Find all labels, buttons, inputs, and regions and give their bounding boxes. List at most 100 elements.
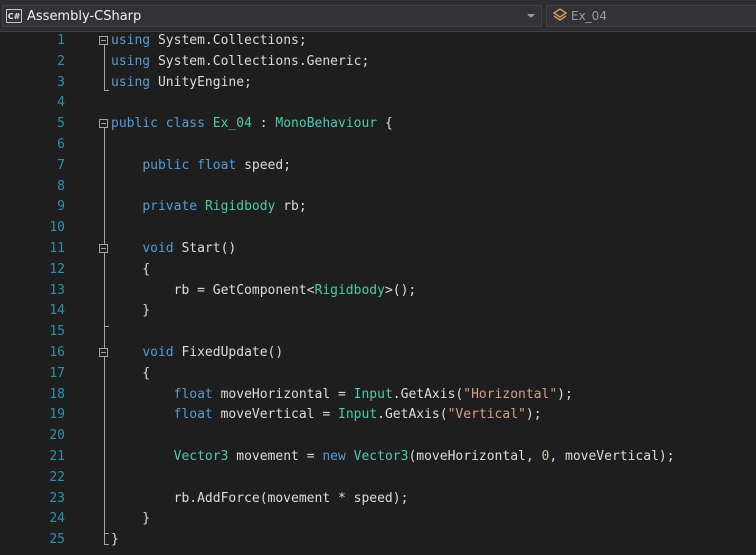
code-line[interactable]: 22	[0, 468, 756, 489]
code-token: Rigidbody	[314, 282, 385, 298]
code-token: {	[111, 261, 151, 277]
type-dropdown-label: Ex_04	[571, 9, 607, 23]
line-number: 25	[49, 532, 65, 548]
navigation-bar: C# Assembly-CSharp Ex_04	[0, 0, 756, 32]
code-token: }	[111, 303, 151, 319]
line-number: 16	[49, 345, 65, 360]
project-dropdown-label: Assembly-CSharp	[27, 8, 142, 24]
code-token: public	[111, 116, 158, 132]
line-number: 5	[57, 116, 65, 132]
code-token: >();	[384, 282, 417, 298]
code-token: using	[111, 33, 151, 48]
code-text: private Rigidbody rb;	[111, 197, 307, 218]
code-token: moveVertical =	[212, 407, 338, 423]
class-icon	[551, 8, 569, 24]
code-line[interactable]: 1 using System.Collections;	[0, 31, 756, 52]
line-number: 19	[49, 407, 65, 423]
line-number: 8	[57, 178, 65, 194]
code-line[interactable]: 14 }	[0, 301, 756, 322]
code-token: public	[142, 157, 190, 173]
code-token: UnityEngine;	[150, 74, 252, 90]
code-token: );	[525, 407, 542, 423]
code-editor[interactable]: 1 using System.Collections; 2 using System.…	[0, 32, 756, 555]
code-text: }	[111, 530, 119, 551]
code-text: float moveVertical = Input.GetAxis("Vert…	[111, 405, 542, 426]
code-text: using UnityEngine;	[111, 73, 252, 94]
code-text: void Start()	[111, 239, 236, 260]
code-token: (moveHorizontal,	[408, 449, 542, 464]
code-line[interactable]: 6	[0, 135, 756, 156]
code-token: using	[111, 74, 151, 90]
code-token: rb;	[275, 199, 307, 215]
code-token: Vector3	[353, 449, 409, 464]
code-token: rb = GetComponent<	[111, 282, 315, 298]
code-line[interactable]: 21 Vector3 movement = new Vector3(moveHo…	[0, 447, 756, 468]
code-line[interactable]: 5 public class Ex_04 : MonoBehaviour {	[0, 114, 756, 135]
code-token: Ex_04	[212, 116, 252, 132]
code-token: Vector3	[173, 449, 229, 464]
code-token: Start()	[173, 241, 237, 256]
chevron-down-icon[interactable]	[527, 14, 535, 18]
code-line[interactable]: 24 }	[0, 509, 756, 530]
code-line[interactable]: 4	[0, 93, 756, 114]
line-number: 13	[49, 282, 65, 298]
code-token: FixedUpdate()	[173, 345, 284, 360]
code-token: Rigidbody	[204, 199, 276, 215]
project-dropdown[interactable]: C# Assembly-CSharp	[2, 5, 542, 27]
line-number: 3	[57, 74, 65, 90]
code-text: {	[111, 260, 150, 281]
code-token: "Vertical"	[447, 407, 526, 423]
code-line[interactable]: 2 using System.Collections.Generic;	[0, 52, 756, 73]
line-number: 7	[57, 157, 65, 173]
line-number: 23	[49, 490, 65, 506]
code-token: , moveVertical);	[549, 449, 675, 464]
code-line[interactable]: 17 {	[0, 364, 756, 385]
code-text: using System.Collections;	[111, 31, 307, 52]
line-number: 14	[49, 303, 65, 319]
line-number: 10	[49, 220, 65, 236]
code-text: public class Ex_04 : MonoBehaviour {	[111, 114, 393, 135]
code-line[interactable]: 23 rb.AddForce(movement * speed);	[0, 489, 756, 510]
line-number: 11	[49, 241, 65, 256]
code-token: System.Collections.Generic;	[150, 53, 370, 69]
line-number: 4	[57, 95, 65, 111]
code-token: void	[142, 345, 174, 360]
code-line[interactable]: 8	[0, 177, 756, 198]
code-token: float	[173, 407, 213, 423]
code-line[interactable]: 9 private Rigidbody rb;	[0, 197, 756, 218]
code-text: Vector3 movement = new Vector3(moveHoriz…	[111, 447, 675, 468]
type-dropdown[interactable]: Ex_04	[546, 5, 756, 27]
line-number: 12	[49, 261, 65, 277]
code-line[interactable]: 25}	[0, 530, 756, 551]
code-text: float moveHorizontal = Input.GetAxis("Ho…	[111, 385, 573, 406]
code-token: void	[142, 241, 174, 256]
code-line[interactable]: 12 {	[0, 260, 756, 281]
code-line[interactable]: 20	[0, 426, 756, 447]
code-token: speed;	[236, 157, 292, 173]
code-text: rb.AddForce(movement * speed);	[111, 489, 409, 510]
code-line[interactable]: 7 public float speed;	[0, 156, 756, 177]
code-line[interactable]: 10	[0, 218, 756, 239]
csharp-project-icon: C#	[6, 9, 22, 23]
code-line[interactable]: 11 void Start()	[0, 239, 756, 260]
code-text: {	[111, 364, 150, 385]
code-line[interactable]: 16 void FixedUpdate()	[0, 343, 756, 364]
code-line[interactable]: 18 float moveHorizontal = Input.GetAxis(…	[0, 385, 756, 406]
code-text: }	[111, 509, 150, 530]
code-line[interactable]: 13 rb = GetComponent<Rigidbody>();	[0, 281, 756, 302]
line-number: 2	[57, 53, 65, 69]
line-number: 24	[49, 511, 65, 527]
code-line[interactable]: 19 float moveVertical = Input.GetAxis("V…	[0, 405, 756, 426]
code-token: {	[111, 365, 151, 381]
code-token: private	[142, 199, 198, 215]
code-line[interactable]: 3 using UnityEngine;	[0, 73, 756, 94]
code-line[interactable]: 15	[0, 322, 756, 343]
code-token: );	[557, 386, 573, 402]
